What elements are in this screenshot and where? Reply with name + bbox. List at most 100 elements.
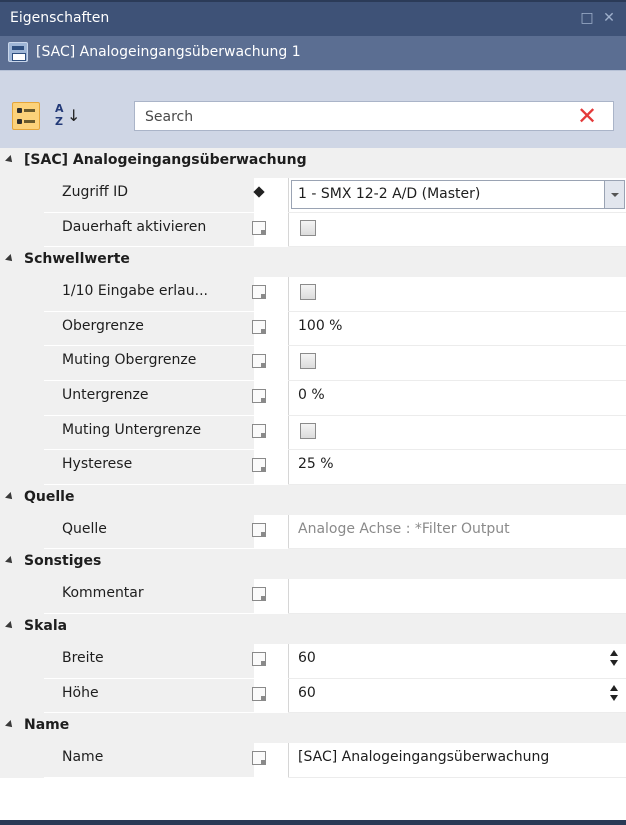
property-page-icon[interactable] [252,652,266,666]
maximize-icon[interactable]: □ [578,8,596,28]
property-row[interactable]: Breite 60 [0,644,626,679]
property-name: Muting Obergrenze [62,352,197,369]
property-row[interactable]: Zugriff ID 1 - SMX 12-2 A/D (Master) [0,178,626,213]
value-checkbox[interactable] [300,284,316,301]
property-page-icon[interactable] [252,423,266,438]
properties-window: Eigenschaften □ ✕ [SAC] Analogeingangsüb… [0,0,626,825]
property-row[interactable]: 1/10 Eingabe erlau... [0,277,626,312]
column-separator [288,579,289,614]
category-row[interactable]: Quelle [0,484,626,515]
value-checkbox[interactable] [300,219,316,236]
property-grid: [SAC] Analogeingangsüberwachung Zugriff I… [0,148,626,820]
category-label: Name [24,717,70,734]
property-page-icon[interactable] [252,220,266,235]
property-name: Dauerhaft aktivieren [62,218,207,235]
property-row[interactable]: Untergrenze 0 % [0,381,626,416]
column-separator [288,311,289,347]
property-row[interactable]: Muting Untergrenze [0,415,626,451]
column-separator [288,277,289,312]
property-name: Quelle [62,520,107,537]
window-title: Eigenschaften [10,10,110,26]
categorized-view-icon[interactable] [12,102,40,130]
collapse-triangle-icon[interactable] [5,556,15,567]
property-value[interactable]: 100 % [298,318,342,334]
collapse-triangle-icon[interactable] [5,155,15,165]
property-name: Muting Untergrenze [62,421,202,438]
row-gutter [0,415,44,451]
collapse-triangle-icon[interactable] [5,254,15,265]
property-name: Breite [62,650,104,666]
property-page-icon[interactable] [252,458,266,473]
category-row[interactable]: [SAC] Analogeingangsüberwachung [0,148,626,178]
column-separator [288,514,289,550]
column-separator [288,450,289,485]
property-name: Zugriff ID [62,184,129,200]
property-value[interactable]: [SAC] Analogeingangsüberwachung [298,749,549,765]
property-page-icon[interactable] [252,389,266,403]
property-name: Hysterese [62,456,133,473]
close-icon[interactable]: ✕ [600,8,618,28]
row-gutter [0,678,44,714]
property-value[interactable]: 60 [298,650,316,666]
chevron-down-icon[interactable] [604,181,624,208]
property-value: Analoge Achse : *Filter Output [298,520,510,537]
link-diamond-icon[interactable] [252,186,266,200]
property-name: Name [62,749,104,766]
property-name: Untergrenze [62,387,149,403]
row-gutter [0,346,44,381]
column-separator [288,346,289,381]
clear-search-icon[interactable]: ✕ [575,103,599,129]
property-row[interactable]: Dauerhaft aktivieren [0,212,626,248]
value-checkbox[interactable] [300,353,316,370]
property-name: 1/10 Eingabe erlau... [62,283,208,300]
property-page-icon[interactable] [252,522,266,537]
row-gutter [0,514,44,550]
row-gutter [0,644,44,679]
module-icon [8,42,28,62]
property-page-icon[interactable] [252,587,266,602]
property-row[interactable]: Quelle Analoge Achse : *Filter Output [0,514,626,550]
search-input[interactable] [145,107,545,127]
property-page-icon[interactable] [252,354,266,369]
property-row[interactable]: Kommentar [0,579,626,614]
category-row[interactable]: Name [0,713,626,744]
row-divider [288,776,626,778]
value-checkbox[interactable] [300,422,316,439]
spinner-arrows-icon[interactable] [608,648,620,670]
property-row[interactable]: Höhe 60 [0,678,626,714]
property-name: Obergrenze [62,317,144,334]
spinner-arrows-icon[interactable] [608,683,620,705]
column-separator [288,381,289,416]
property-row[interactable]: Hysterese 25 % [0,450,626,485]
property-row[interactable]: Obergrenze 100 % [0,311,626,347]
column-separator [288,743,289,778]
row-gutter [0,579,44,614]
property-name: Höhe [62,684,99,701]
category-row[interactable]: Skala [0,614,626,644]
property-name: Kommentar [62,585,144,602]
property-row[interactable]: Name [SAC] Analogeingangsüberwachung [0,743,626,778]
object-title: [SAC] Analogeingangsüberwachung 1 [36,44,301,60]
collapse-triangle-icon[interactable] [5,720,15,731]
category-label: [SAC] Analogeingangsüberwachung [24,152,307,168]
access-id-dropdown[interactable]: 1 - SMX 12-2 A/D (Master) [291,180,625,209]
property-row[interactable]: Muting Obergrenze [0,346,626,381]
collapse-triangle-icon[interactable] [5,491,15,502]
toolbar: AZ↓ ✕ [0,70,626,148]
collapse-triangle-icon[interactable] [5,621,15,631]
property-page-icon[interactable] [252,285,266,300]
category-row[interactable]: Sonstiges [0,549,626,580]
column-separator [288,644,289,679]
property-page-icon[interactable] [252,751,266,766]
property-value[interactable]: 0 % [298,387,325,403]
column-separator [288,678,289,714]
category-row[interactable]: Schwellwerte [0,247,626,278]
property-page-icon[interactable] [252,686,266,701]
property-page-icon[interactable] [252,319,266,334]
property-value[interactable]: 60 [298,685,316,701]
object-header: [SAC] Analogeingangsüberwachung 1 [0,36,626,70]
sort-alphabetical-icon[interactable]: A Z ↓ [52,102,80,130]
property-value[interactable]: 25 % [298,456,334,472]
column-separator [288,212,289,248]
row-gutter [0,277,44,312]
